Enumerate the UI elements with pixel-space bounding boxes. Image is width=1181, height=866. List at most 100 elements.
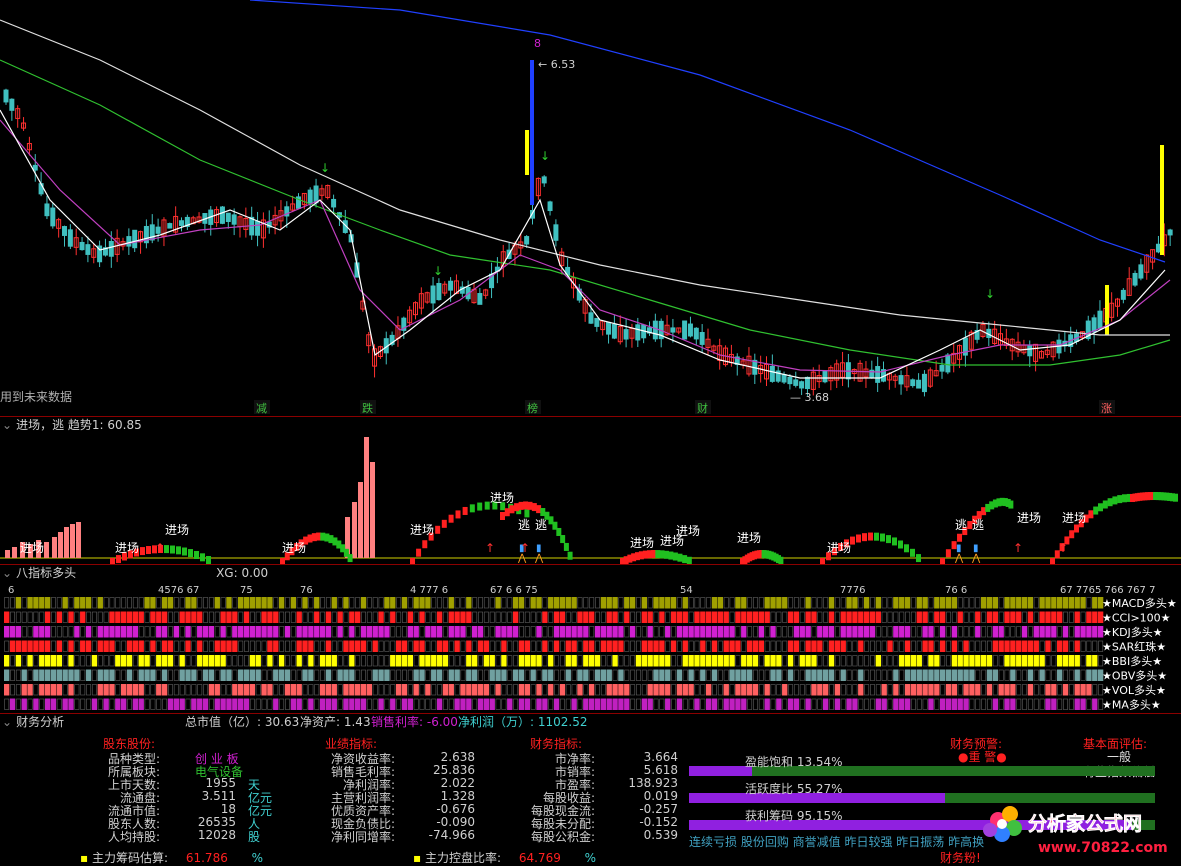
grid-cell-on <box>419 611 425 623</box>
grid-cell-on <box>992 626 998 638</box>
grid-cell-off <box>478 669 484 681</box>
grid-cell-on <box>641 698 647 710</box>
grid-cell-off <box>1022 611 1028 623</box>
grid-cell-off <box>1068 669 1074 681</box>
grid-cell-on <box>665 597 671 609</box>
collapse-icon[interactable]: ⌄ <box>2 566 12 580</box>
grid-cell-off <box>290 669 296 681</box>
grid-cell-off <box>33 684 39 696</box>
grid-cell-on <box>390 698 396 710</box>
grid-cell-off <box>589 597 595 609</box>
grid-cell-off <box>1016 669 1022 681</box>
grid-cell-on <box>524 640 530 652</box>
grid-cell-on <box>390 655 396 667</box>
grid-cell-on <box>706 698 712 710</box>
grid-cell-off <box>834 626 840 638</box>
grid-cell-off <box>127 698 132 710</box>
grid-cell-off <box>68 597 74 609</box>
grid-cell-off <box>91 626 97 638</box>
grid-cell-on <box>881 698 887 710</box>
grid-cell-off <box>951 611 957 623</box>
grid-cell-on <box>431 626 437 638</box>
grid-cell-on <box>232 611 238 623</box>
grid-cell-off <box>314 655 320 667</box>
grid-cell-off <box>378 684 384 696</box>
grid-cell-on <box>559 597 566 609</box>
grid-cell-on <box>811 655 817 667</box>
wave-seg <box>514 503 520 512</box>
grid-cell-on <box>1062 597 1069 609</box>
grid-cell-on <box>407 611 413 623</box>
grid-cell-on <box>436 626 443 638</box>
grid-cell-on <box>659 597 665 609</box>
grid-cell-off <box>688 611 694 623</box>
grid-cell-off <box>366 669 372 681</box>
grid-cell-on <box>413 640 419 652</box>
grid-cell-on <box>460 611 466 623</box>
warning-value: ●重 警● <box>958 750 1007 764</box>
grid-cell-on <box>197 626 203 638</box>
grid-cell-off <box>50 640 56 652</box>
ma-long-blue <box>249 0 1166 263</box>
grid-cell-on <box>1074 640 1080 652</box>
grid-cell-on <box>278 669 285 681</box>
price-chart[interactable]: 8← 6.53— 3.68↓↓↓↓减跌榜财涨 <box>0 0 1181 416</box>
grid-cell-off <box>425 698 431 710</box>
grid-cell-on <box>957 698 963 710</box>
eight-indicator-grid[interactable]: 6 4576 67 75 76 4 777 6 67 6 6 75 54 7776 76 6 67… <box>0 581 1181 712</box>
grid-cell-off <box>173 611 179 623</box>
grid-cell-off <box>706 669 712 681</box>
grid-cell-on <box>653 655 659 667</box>
up-arrow-icon: ↑ <box>155 541 165 555</box>
grid-cell-on <box>805 611 811 623</box>
wave-seg <box>170 545 175 554</box>
grid-cell-off <box>869 698 875 710</box>
grid-cell-on <box>185 611 191 623</box>
grid-cell-on <box>197 698 203 710</box>
grid-cell-off <box>688 698 694 710</box>
grid-cell-off <box>483 669 489 681</box>
grid-cell-off <box>729 684 735 696</box>
grid-cell-on <box>407 626 413 638</box>
grid-cell-on <box>828 640 835 652</box>
grid-cell-off <box>676 597 682 609</box>
candle-body <box>1097 310 1103 330</box>
grid-cell-on <box>161 684 168 696</box>
grid-cell-on <box>823 626 829 638</box>
grid-cell-on <box>1051 626 1057 638</box>
grid-cell-on <box>571 655 577 667</box>
grid-cell-off <box>928 597 934 609</box>
grid-cell-off <box>840 684 846 696</box>
grid-cell-on <box>893 669 899 681</box>
grid-cell-on <box>1092 597 1098 609</box>
collapse-icon[interactable]: ⌄ <box>2 715 12 729</box>
grid-cell-on <box>641 655 647 667</box>
grid-cell-on <box>419 640 425 652</box>
grid-cell-on <box>711 626 718 638</box>
grid-cell-off <box>21 611 27 623</box>
grid-cell-off <box>916 698 922 710</box>
gauge-label: 活跃度比 55.27% <box>745 782 843 796</box>
candle-body <box>793 379 799 386</box>
grid-cell-off <box>881 626 887 638</box>
grid-cell-off <box>864 698 870 710</box>
grid-cell-on <box>805 597 811 609</box>
grid-cell-off <box>132 597 138 609</box>
entry-escape-indicator[interactable]: 进场 进场进场进场进场进场进场 进场进场 进场进场进场 进场逃▮⋀逃▮⋀逃▮⋀逃▮⋀↑ ↑… <box>0 432 1181 564</box>
grid-cell-off <box>887 684 893 696</box>
wave-seg <box>188 549 193 558</box>
grid-cell-on <box>243 611 250 623</box>
grid-cell-on <box>296 611 302 623</box>
grid-cell-off <box>635 684 641 696</box>
grid-cell-on <box>776 669 782 681</box>
grid-cell-off <box>431 611 437 623</box>
grid-cell-off <box>191 626 197 638</box>
grid-cell-on <box>647 655 653 667</box>
grid-cell-on <box>115 611 121 623</box>
collapse-icon[interactable]: ⌄ <box>2 418 12 432</box>
grid-cell-on <box>770 669 776 681</box>
wave-seg <box>1122 494 1127 503</box>
grid-cell-on <box>624 597 630 609</box>
grid-cell-on <box>811 611 817 623</box>
grid-cell-on <box>401 655 408 667</box>
